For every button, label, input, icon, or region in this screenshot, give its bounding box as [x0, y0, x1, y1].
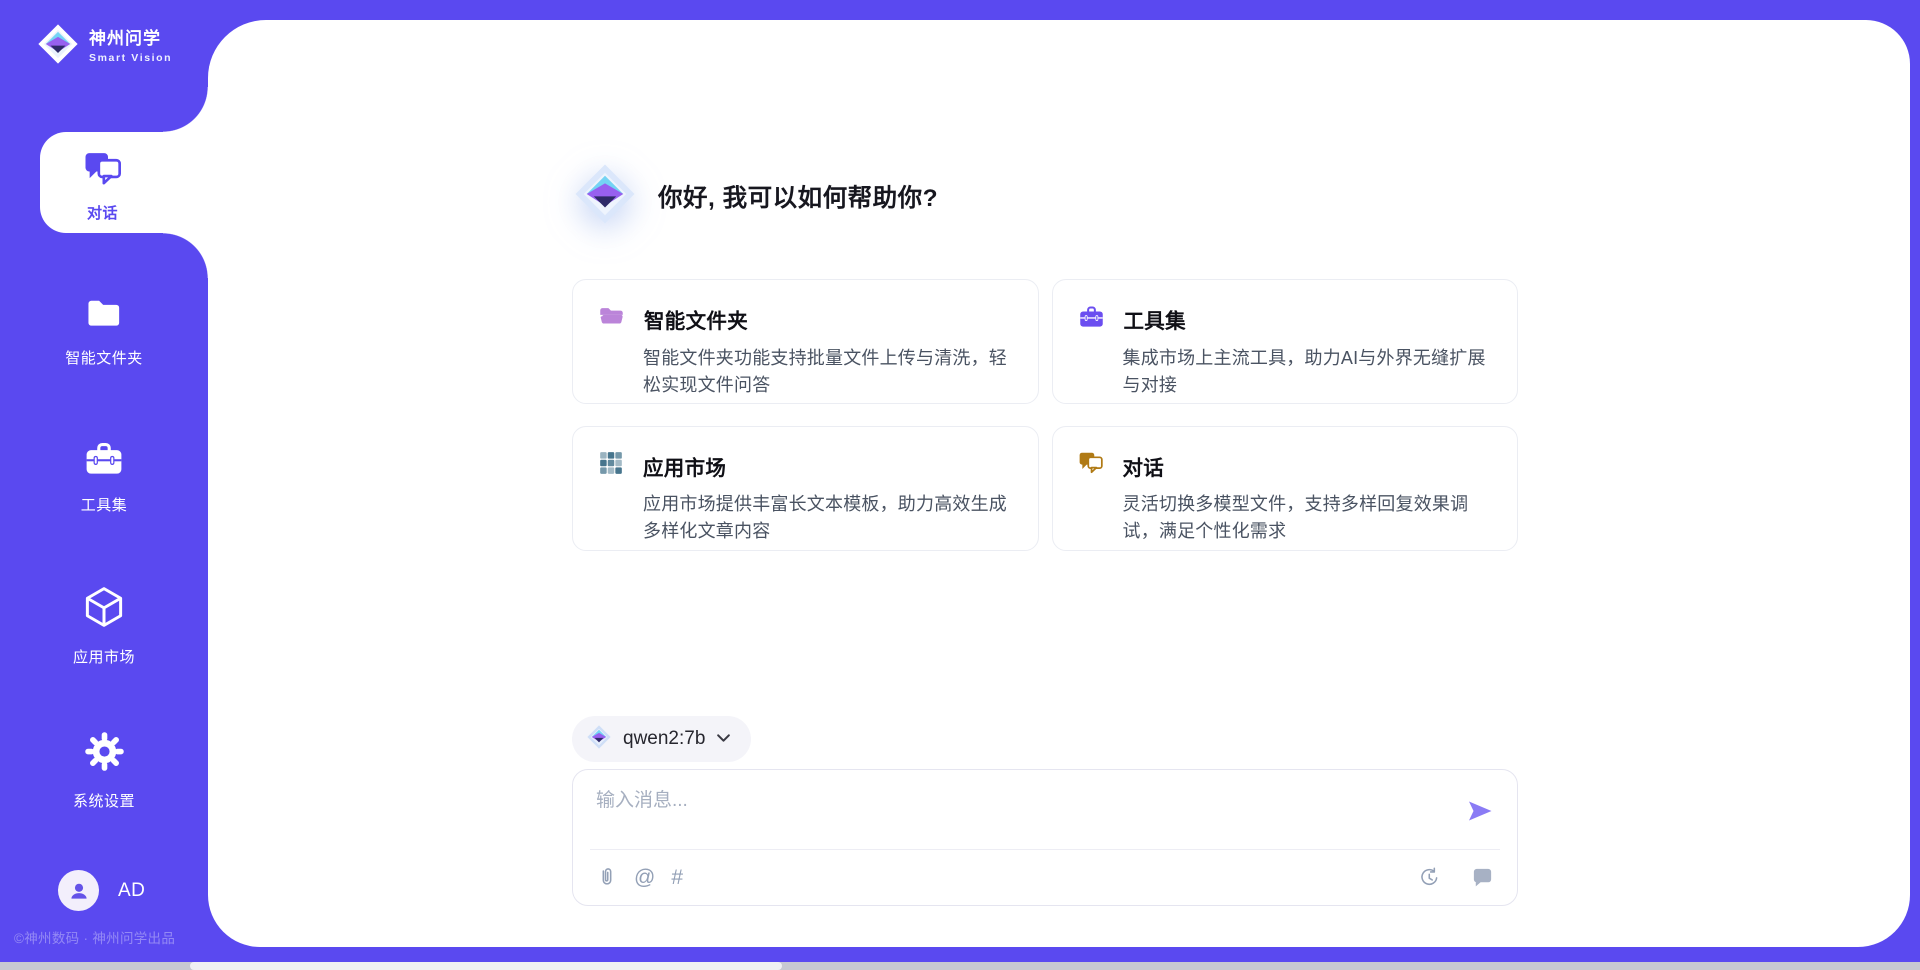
- brand-title: 神州问学: [89, 29, 172, 49]
- brand-diamond-icon: [572, 161, 638, 232]
- card-chat[interactable]: 对话 灵活切换多模型文件，支持多样回复效果调试，满足个性化需求: [1052, 426, 1519, 551]
- message-input[interactable]: [573, 770, 1443, 846]
- sidebar-item-label: 应用市场: [73, 646, 135, 667]
- sidebar-item-label: 智能文件夹: [65, 347, 143, 368]
- quick-chat-icon[interactable]: [1471, 866, 1494, 889]
- card-description: 集成市场上主流工具，助力AI与外界无缝扩展与对接: [1123, 345, 1494, 399]
- card-description: 灵活切换多模型文件，支持多样回复效果调试，满足个性化需求: [1123, 491, 1494, 545]
- chat-bubbles-icon: [1078, 450, 1104, 481]
- send-button[interactable]: [1465, 796, 1495, 826]
- folder-icon: [84, 295, 124, 336]
- content-column: 你好, 我可以如何帮助你? 智能文件夹 智能文件夹功能支持批量文件上: [572, 20, 1518, 947]
- card-title: 应用市场: [643, 451, 726, 481]
- card-description: 应用市场提供丰富长文本模板，助力高效生成多样化文章内容: [643, 491, 1014, 545]
- greeting: 你好, 我可以如何帮助你?: [572, 161, 938, 232]
- card-title: 对话: [1123, 451, 1165, 481]
- sidebar-item-toolset[interactable]: 工具集: [0, 438, 208, 515]
- main-panel: 你好, 我可以如何帮助你? 智能文件夹 智能文件夹功能支持批量文件上: [208, 20, 1910, 947]
- briefcase-icon: [83, 438, 125, 483]
- model-name: qwen2:7b: [623, 728, 705, 750]
- cube-icon: [83, 584, 125, 635]
- card-smart-folder[interactable]: 智能文件夹 智能文件夹功能支持批量文件上传与清洗，轻松实现文件问答: [572, 279, 1039, 404]
- avatar: [58, 870, 99, 911]
- person-icon: [66, 878, 92, 904]
- app-background: 你好, 我可以如何帮助你? 智能文件夹 智能文件夹功能支持批量文件上: [0, 0, 1920, 970]
- toolbox-icon: [1078, 303, 1105, 335]
- brand-subtitle: Smart Vision: [89, 52, 172, 64]
- card-title: 智能文件夹: [644, 304, 748, 334]
- chevron-down-icon: [716, 730, 731, 748]
- model-selector[interactable]: qwen2:7b: [572, 716, 751, 762]
- sidebar-item-label: 工具集: [81, 494, 128, 515]
- card-title: 工具集: [1124, 304, 1186, 334]
- feature-cards: 智能文件夹 智能文件夹功能支持批量文件上传与清洗，轻松实现文件问答: [572, 279, 1518, 551]
- tab-fillet-top: [163, 87, 208, 132]
- attach-icon[interactable]: [596, 866, 618, 888]
- card-app-market[interactable]: 应用市场 应用市场提供丰富长文本模板，助力高效生成多样化文章内容: [572, 426, 1039, 551]
- card-description: 智能文件夹功能支持批量文件上传与清洗，轻松实现文件问答: [643, 345, 1014, 399]
- footer-copyright: ©神州数码 · 神州问学出品: [14, 927, 175, 947]
- card-toolset[interactable]: 工具集 集成市场上主流工具，助力AI与外界无缝扩展与对接: [1052, 279, 1519, 404]
- app-grid-icon: [598, 450, 624, 481]
- sidebar-item-app-market[interactable]: 应用市场: [0, 584, 208, 667]
- greeting-title: 你好, 我可以如何帮助你?: [658, 179, 938, 214]
- sidebar-item-label: 系统设置: [73, 790, 135, 811]
- sidebar-item-smart-folder[interactable]: 智能文件夹: [0, 295, 208, 368]
- chat-bubbles-icon: [82, 149, 124, 194]
- sidebar-item-label: 对话: [87, 202, 118, 223]
- sidebar-item-settings[interactable]: 系统设置: [0, 729, 208, 811]
- hash-icon[interactable]: #: [671, 867, 683, 888]
- history-icon[interactable]: [1418, 866, 1440, 888]
- horizontal-scrollbar[interactable]: [0, 962, 1920, 970]
- send-icon: [1466, 797, 1494, 825]
- user-name: AD: [118, 880, 145, 902]
- scrollbar-thumb[interactable]: [190, 962, 782, 970]
- gear-icon: [82, 729, 127, 779]
- open-folder-icon: [598, 303, 625, 335]
- brand: 神州问学 Smart Vision: [36, 22, 172, 71]
- sidebar-item-chat[interactable]: 对话: [40, 132, 209, 233]
- tab-fillet-bottom: [163, 233, 208, 278]
- mention-icon[interactable]: @: [634, 867, 655, 888]
- composer: @ #: [572, 769, 1518, 906]
- user-account[interactable]: AD: [58, 870, 145, 911]
- model-logo-icon: [586, 724, 612, 755]
- brand-diamond-icon: [36, 22, 80, 71]
